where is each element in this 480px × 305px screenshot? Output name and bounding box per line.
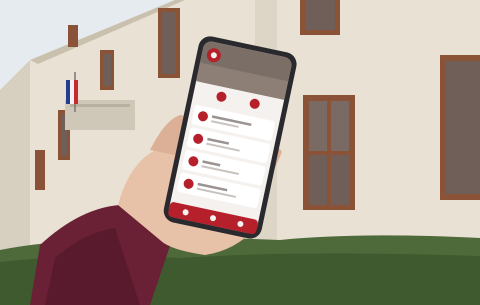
window-upper-right bbox=[300, 0, 340, 35]
window-lower-right bbox=[303, 95, 355, 210]
window-upper-center bbox=[158, 8, 180, 78]
window-far-right bbox=[440, 55, 480, 200]
building-left-wing bbox=[0, 60, 30, 265]
photo-scene bbox=[0, 0, 480, 305]
